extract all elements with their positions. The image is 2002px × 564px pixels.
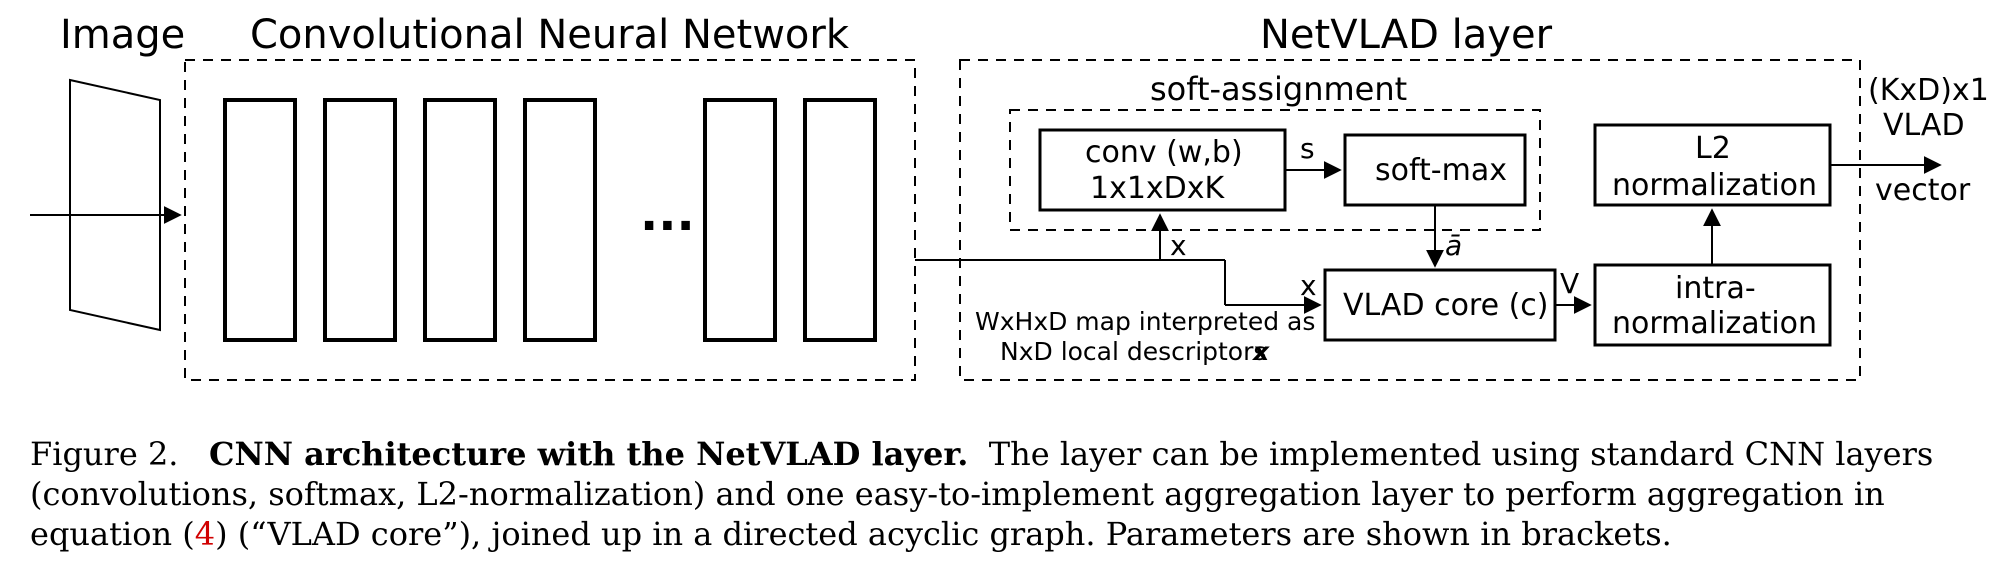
figure-caption: Figure 2. CNN architecture with the NetV… [0,424,2002,564]
output-label-1: (KxD)x1 [1868,73,1989,108]
figure-title: CNN architecture with the NetVLAD layer. [209,435,968,473]
input-image-plane [30,80,180,330]
output-label-2: VLAD [1883,108,1965,143]
output-label-3: vector [1875,173,1971,208]
image-label: Image [60,12,185,58]
figure-number: Figure 2. [30,435,178,473]
svg-text:soft-max: soft-max [1375,153,1507,188]
v-label: V [1560,267,1579,300]
svg-text:VLAD core (c): VLAD core (c) [1343,288,1549,323]
netvlad-label: NetVLAD layer [1260,12,1553,58]
abar-label: ā [1445,229,1462,262]
soft-assignment-label: soft-assignment [1150,70,1407,108]
cnn-label: Convolutional Neural Network [250,12,850,58]
svg-text:intra-: intra- [1675,271,1756,306]
x-label-1: x [1170,229,1187,262]
equation-ref: 4 [195,515,215,553]
cnn-layers [225,100,875,340]
l2-norm-block: L2 normalization [1595,125,1830,205]
vlad-core-block: VLAD core (c) [1325,270,1555,340]
svg-text:normalization: normalization [1612,168,1817,203]
svg-text:1x1xDxK: 1x1xDxK [1090,171,1226,206]
x-label-2: x [1300,269,1317,302]
svg-text:conv (w,b): conv (w,b) [1085,135,1243,170]
svg-text:normalization: normalization [1612,306,1817,341]
softmax-block: soft-max [1345,135,1525,205]
caption-body-2: ) (“VLAD core”), joined up in a directed… [215,515,1672,553]
map-line2-prefix: NxD local descriptors [1000,337,1266,366]
map-line1: WxHxD map interpreted as [975,307,1315,336]
s-label: s [1300,132,1315,165]
architecture-diagram: Image Convolutional Neural Network NetVL… [0,0,2002,420]
intra-norm-block: intra- normalization [1595,265,1830,345]
svg-text:L2: L2 [1695,131,1731,166]
map-line2-x: x [1251,337,1270,366]
conv-block: conv (w,b) 1x1xDxK [1040,130,1285,210]
ellipsis: ... [640,186,695,242]
